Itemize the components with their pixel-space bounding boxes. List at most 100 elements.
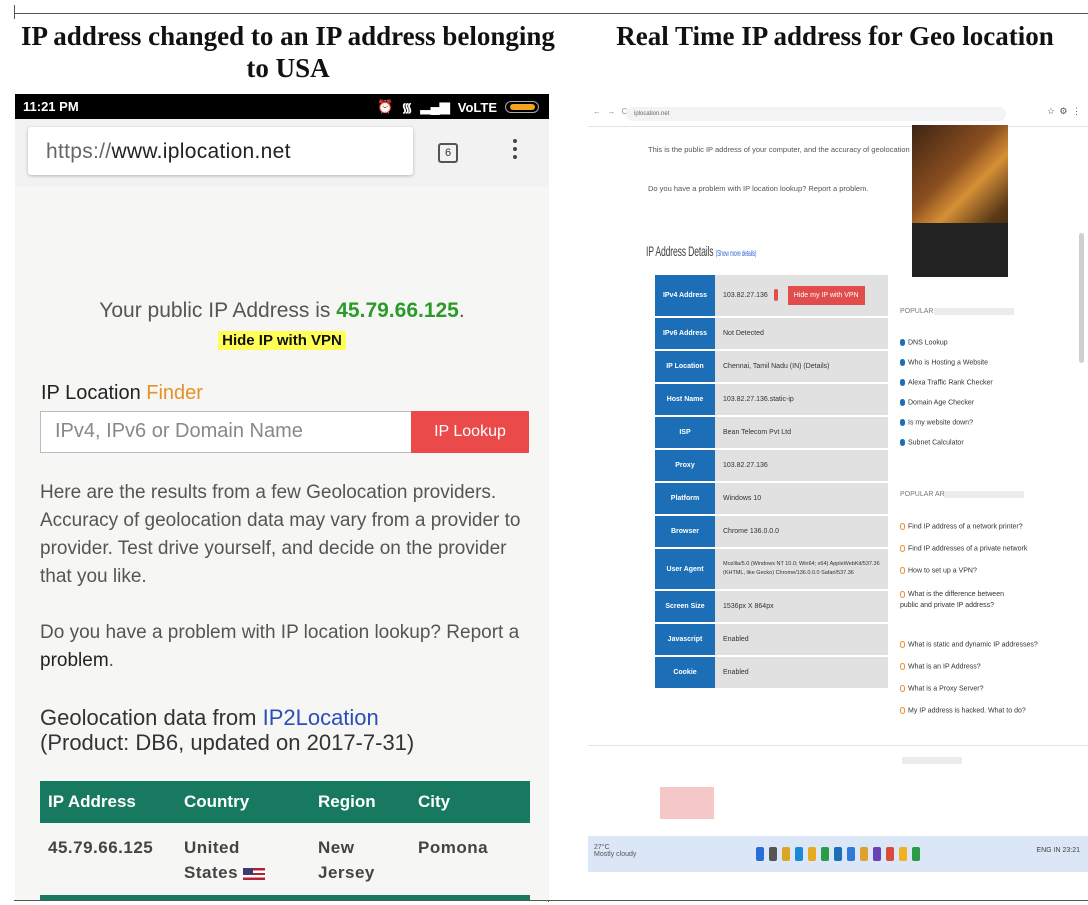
nav-arrows-icon[interactable]: ← → C [593,107,629,116]
sidebar-tool-link[interactable]: Is my website down? [900,419,973,426]
public-ip-value: 45.79.66.125 [336,299,459,322]
app-icon[interactable] [873,847,881,861]
alarm-icon: ⏰ [377,99,394,114]
report-paragraph: Do you have a problem with IP location l… [40,619,540,675]
table-row: Browser Chrome 136.0.0.0 [655,515,888,549]
caption-right: Real Time IP address for Geo location [616,21,1054,51]
heading-rule [934,308,1014,315]
chrome-icon[interactable] [821,847,829,861]
store-icon[interactable] [834,847,842,861]
browser-toolbar-desktop: ← → C iplocation.net ☆ ⚙ ⋮ [588,103,1088,125]
frame-top-rule [14,13,1088,14]
sidebar-article-link[interactable]: How to set up a VPN? [900,567,977,574]
hide-ip-vpn-link[interactable]: Hide IP with VPN [218,331,346,350]
cell-ip: 45.79.66.125 [48,838,154,857]
mail-icon[interactable] [847,847,855,861]
taskbar-weather[interactable]: 27°C Mostly cloudy [594,844,636,858]
table-row: Platform Windows 10 [655,482,888,516]
sidebar-tool-link[interactable]: Subnet Calculator [900,439,964,446]
col-city: City [410,781,530,823]
toolbar-divider [588,126,1088,127]
search-icon[interactable] [769,847,777,861]
app-icon[interactable] [912,847,920,861]
app-icon[interactable] [860,847,868,861]
ip-details-table: IPv4 Address 103.82.27.136 Hide my IP with… [655,275,888,690]
desktop-intro-1: This is the public IP address of your co… [648,145,944,154]
sidebar-article-link[interactable]: What is an IP Address? [900,663,981,670]
finder-title-main: IP Location [41,382,147,404]
desktop-intro-2: Do you have a problem with IP location l… [648,184,869,193]
app-icon[interactable] [886,847,894,861]
table-row: IP Location Chennai, Tamil Nadu (IN) (Det… [655,350,888,384]
desktop-url-bar[interactable]: iplocation.net [626,107,1006,121]
us-flag-icon [243,867,266,880]
table-row: IPv6 Address Not Detected [655,317,888,351]
edge-icon[interactable] [795,847,803,861]
sidebar-tool-link[interactable]: Who is Hosting a Website [900,359,988,366]
faded-heading-rule [902,757,962,764]
content-divider [588,745,1088,746]
extension-icons[interactable]: ☆ ⚙ ⋮ [1047,106,1082,117]
explorer-icon[interactable] [782,847,790,861]
scrollbar[interactable] [1079,233,1084,363]
sidebar-article-link[interactable]: Find IP address of a network printer? [900,523,1023,530]
show-more-link[interactable]: (Show more details) [716,249,757,258]
phone-screenshot: 11:21 PM ⏰ ᯾ ▂▄▆ VoLTE https://www.iploc… [15,94,549,900]
battery-icon [505,101,539,113]
windows-taskbar: 27°C Mostly cloudy ENG IN 23:21 [588,836,1088,872]
sidebar-article-link[interactable]: What is the difference between public an… [900,589,1020,611]
report-text-end: . [108,650,114,671]
sidebar-article-link[interactable]: What is a Proxy Server? [900,685,983,692]
system-tray[interactable]: ENG IN 23:21 [1036,847,1080,854]
url-host: www.iplocation.net [111,140,291,163]
browser-toolbar: https://www.iplocation.net 6 [15,119,549,187]
table-row: ISP Bean Telecom Pvt Ltd [655,416,888,450]
sidebar-article-link[interactable]: What is static and dynamic IP addresses? [900,641,1038,648]
folder-icon[interactable] [808,847,816,861]
signal-icon: ▂▄▆ [420,99,450,114]
faded-button[interactable] [660,787,714,819]
iplocation-page: Your public IP Address is 45.79.66.125. … [15,187,549,900]
geo-title-prefix: Geolocation data from [40,705,263,730]
table-row: User Agent Mozilla/5.0 (Windows NT 10.0; … [655,548,888,591]
tab-switcher-button[interactable]: 6 [438,143,458,163]
app-icon[interactable] [899,847,907,861]
advertisement-image[interactable] [912,125,1008,277]
table-header-row: IP Address Country Region City [40,781,530,823]
col-country: Country [176,781,310,823]
report-problem-link[interactable]: problem [40,650,109,671]
hide-ip-vpn-button[interactable]: Hide my IP with VPN [787,286,865,305]
ip2location-link[interactable]: IP2Location [263,705,379,730]
cell-region: New Jersey [318,838,375,882]
caption-left: IP address changed to an IP address belo… [21,21,555,83]
table-row: Javascript Enabled [655,623,888,657]
ip-location-finder-title: IP Location Finder [41,382,203,405]
overflow-menu-icon[interactable] [512,139,518,165]
public-ip-suffix: . [458,299,465,322]
ip-lookup-input[interactable]: IPv4, IPv6 or Domain Name [40,411,412,453]
frame-bottom-rule [14,900,1088,901]
table-row: Screen Size 1536px X 864px [655,590,888,624]
table-row: IPv4 Address 103.82.27.136 Hide my IP with… [655,275,888,318]
ip-details-title: IP Address Details (Show more details) [646,243,757,259]
wifi-icon: ᯾ [401,100,413,115]
url-bar[interactable]: https://www.iplocation.net [28,127,413,175]
pin-icon [773,289,778,302]
public-ip-line: Your public IP Address is 45.79.66.125. [15,299,549,323]
public-ip-prefix: Your public IP Address is [99,299,337,322]
ip-lookup-button[interactable]: IP Lookup [411,411,529,453]
report-text: Do you have a problem with IP location l… [40,622,520,643]
sidebar-article-link[interactable]: Find IP addresses of a private network [900,545,1027,552]
table-row: Host Name 103.82.27.136.static-ip [655,383,888,417]
table-row: 45.79.66.125 United States New Jersey Pomo… [40,823,530,885]
sidebar-article-link[interactable]: My IP address is hacked. What to do? [900,707,1026,714]
status-bar: 11:21 PM ⏰ ᯾ ▂▄▆ VoLTE [15,94,549,119]
sidebar-tool-link[interactable]: Alexa Traffic Rank Checker [900,379,993,386]
status-icons: ⏰ ᯾ ▂▄▆ VoLTE [377,98,539,116]
finder-title-accent: Finder [146,382,203,404]
start-icon[interactable] [756,847,764,861]
desktop-screenshot: ← → C iplocation.net ☆ ⚙ ⋮ This is the p… [588,93,1088,878]
url-scheme: https:// [46,140,112,163]
sidebar-tool-link[interactable]: Domain Age Checker [900,399,974,406]
sidebar-tool-link[interactable]: DNS Lookup [900,339,948,346]
